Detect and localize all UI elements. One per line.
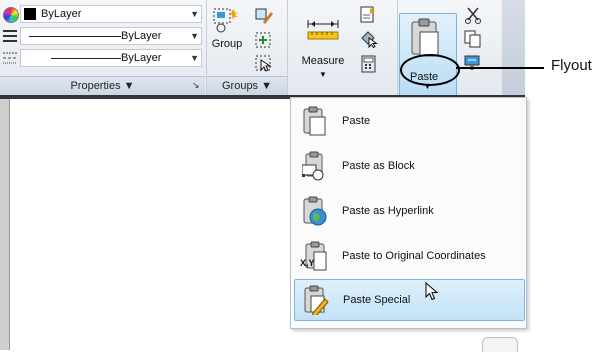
callout-leader-line [456, 67, 527, 69]
group-edit-icon[interactable] [255, 8, 273, 26]
calculator-icon[interactable] [360, 55, 378, 73]
linetype-combo-value: ByLayer [121, 30, 162, 42]
properties-panel-title[interactable]: Properties ▼ [0, 76, 205, 95]
xy-label: X,Y [300, 258, 315, 268]
select-similar-icon[interactable] [360, 30, 379, 49]
quick-properties-icon[interactable] [360, 6, 378, 24]
paste-special-icon [303, 285, 329, 318]
line-sample [29, 36, 121, 37]
measure-icon[interactable] [306, 18, 340, 44]
menu-item-paste-as-block[interactable]: Paste as Block [294, 146, 523, 186]
paste-coordinates-icon: X,Y [300, 241, 328, 271]
paste-block-icon [301, 151, 328, 181]
dialog-launcher-icon[interactable]: ↘ [192, 80, 200, 91]
chevron-down-icon[interactable]: ▼ [319, 70, 327, 79]
panel-right-edge [502, 0, 525, 95]
match-properties-icon[interactable] [464, 54, 482, 72]
chevron-down-icon: ▼ [190, 9, 199, 19]
color-combo-value: ByLayer [41, 8, 82, 20]
menu-item-paste-to-original-coordinates[interactable]: X,Y Paste to Original Coordinates [294, 236, 523, 276]
properties-panel: ByLayer ▼ ByLayer ▼ ByLayer ▼ Properties… [0, 0, 205, 95]
line-sample [51, 58, 121, 59]
groups-panel: Group Groups ▼ [206, 0, 287, 95]
color-swatch [24, 8, 36, 20]
cut-icon[interactable] [464, 6, 482, 24]
measure-button[interactable]: Measure [296, 55, 350, 67]
group-select-icon[interactable] [255, 55, 273, 73]
clipboard-icon [410, 18, 442, 58]
utilities-panel: Measure ▼ [287, 0, 398, 95]
group-icon[interactable] [213, 8, 239, 34]
group-button[interactable]: Group [209, 38, 245, 50]
callout-leader-line-ext [527, 67, 544, 69]
callout-ellipse [400, 54, 460, 86]
menu-item-paste-special[interactable]: Paste Special [294, 279, 525, 321]
groups-panel-title[interactable]: Groups ▼ [207, 76, 287, 95]
menu-item-paste[interactable]: Paste [294, 101, 523, 141]
lineweight-combo-value: ByLayer [121, 52, 162, 64]
chevron-down-icon: ▼ [190, 31, 199, 41]
linetype-icon [3, 51, 17, 65]
copy-icon[interactable] [464, 30, 482, 48]
group-add-icon[interactable] [255, 32, 273, 50]
clipboard-icon [302, 106, 328, 136]
linetype-combo[interactable]: ByLayer ▼ [20, 27, 202, 45]
paste-hyperlink-icon [302, 196, 328, 226]
menu-item-paste-as-hyperlink[interactable]: Paste as Hyperlink [294, 191, 523, 231]
drawing-area-edge [0, 99, 10, 350]
chevron-down-icon: ▼ [190, 53, 199, 63]
lineweight-icon [3, 29, 17, 43]
color-wheel-icon [3, 7, 19, 23]
color-combo[interactable]: ByLayer ▼ [20, 5, 202, 23]
paste-flyout-menu: Paste Paste as Block Paste as Hyperlink … [290, 97, 527, 329]
callout-label: Flyout [551, 57, 592, 74]
lineweight-combo[interactable]: ByLayer ▼ [20, 49, 202, 67]
mouse-cursor-icon [425, 281, 439, 302]
